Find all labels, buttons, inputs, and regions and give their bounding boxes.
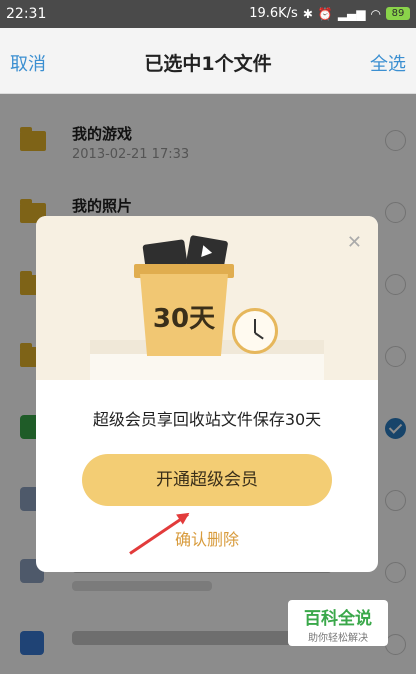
status-time: 22:31 <box>6 6 47 22</box>
dialog-banner: 30天 <box>36 216 378 380</box>
clock-icon <box>232 308 278 354</box>
close-icon[interactable]: ✕ <box>347 232 362 253</box>
dialog-description: 超级会员享回收站文件保存30天 <box>92 410 322 429</box>
network-speed: 19.6K/s <box>249 6 298 21</box>
wifi-icon: ◠ <box>370 6 381 21</box>
open-vip-button[interactable]: 开通超级会员 <box>82 454 332 506</box>
select-all-button[interactable]: 全选 <box>370 50 406 76</box>
watermark-title: 百科全说 <box>304 609 372 629</box>
days-label: 30天 <box>152 304 216 334</box>
confirm-delete-button[interactable]: 确认删除 <box>36 526 378 550</box>
page-title: 已选中1个文件 <box>144 53 272 75</box>
signal-icon: ▂▄▆ <box>337 6 366 21</box>
selection-header: 取消 已选中1个文件 全选 <box>0 28 416 94</box>
status-icons: 19.6K/s ✱ ⏰ ▂▄▆ ◠ 89 <box>249 6 410 21</box>
battery-icon: 89 <box>386 7 410 20</box>
alarm-icon: ⏰ <box>317 6 333 21</box>
status-bar: 22:31 19.6K/s ✱ ⏰ ▂▄▆ ◠ 89 <box>0 0 416 28</box>
watermark-logo: 百科全说 助你轻松解决 <box>288 600 388 646</box>
watermark-subtitle: 助你轻松解决 <box>308 633 368 644</box>
bluetooth-icon: ✱ <box>302 6 313 21</box>
vip-upsell-dialog: 30天 ✕ 超级会员享回收站文件保存30天 开通超级会员 确认删除 <box>36 216 378 572</box>
